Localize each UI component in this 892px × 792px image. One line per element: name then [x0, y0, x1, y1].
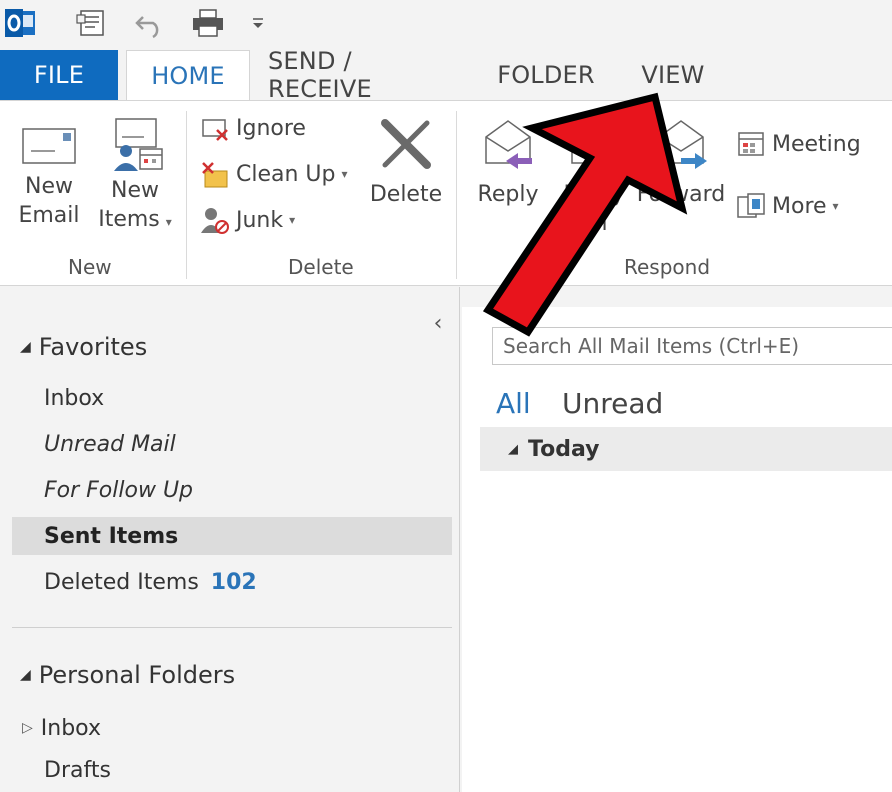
- expanded-triangle-icon: ◢: [20, 339, 31, 355]
- reply-button[interactable]: Reply: [470, 115, 546, 210]
- new-items-label-1: New: [111, 178, 159, 203]
- quick-access-toolbar: [0, 0, 892, 50]
- favorites-sent-items[interactable]: Sent Items: [12, 517, 452, 555]
- favorites-inbox[interactable]: Inbox: [12, 379, 452, 417]
- reply-icon: [485, 120, 532, 169]
- more-button[interactable]: More ▾: [734, 191, 839, 221]
- ignore-icon: [198, 113, 232, 143]
- personal-folders-header[interactable]: ◢ Personal Folders: [20, 661, 235, 689]
- new-items-icon: [114, 118, 163, 171]
- send-receive-icon[interactable]: [74, 4, 110, 42]
- deleted-items-label: Deleted Items: [44, 569, 199, 595]
- personal-drafts[interactable]: Drafts: [12, 751, 452, 789]
- delete-icon: [381, 119, 431, 169]
- junk-icon: [198, 205, 232, 235]
- favorites-header[interactable]: ◢ Favorites: [20, 333, 147, 361]
- new-items-label-2: Items ▾: [98, 207, 172, 232]
- printer-icon[interactable]: [190, 4, 226, 42]
- ribbon: New Email New Items ▾ New Ignore Clean U…: [0, 100, 892, 286]
- favorites-unread-mail[interactable]: Unread Mail: [12, 425, 452, 463]
- new-email-icon: [22, 128, 76, 164]
- tab-home[interactable]: HOME: [126, 50, 250, 101]
- delete-button[interactable]: Delete: [366, 115, 446, 210]
- tab-send-receive[interactable]: SEND / RECEIVE: [268, 47, 458, 103]
- outlook-icon[interactable]: [2, 4, 38, 42]
- new-items-button[interactable]: New Items ▾: [94, 115, 176, 238]
- more-label: More: [772, 193, 827, 219]
- ignore-label: Ignore: [236, 115, 306, 141]
- new-email-label-2: Email: [18, 203, 80, 228]
- mail-list-pane: All Unread ◢ Today: [462, 307, 892, 792]
- meeting-icon: [734, 129, 768, 159]
- new-group-label: New: [68, 255, 112, 279]
- tab-folder[interactable]: FOLDER: [488, 50, 604, 100]
- junk-button[interactable]: Junk ▾: [198, 205, 295, 235]
- reply-all-button[interactable]: Reply All: [556, 115, 632, 239]
- filter-all[interactable]: All: [496, 387, 531, 420]
- new-email-button[interactable]: New Email: [14, 121, 84, 231]
- delete-label: Delete: [369, 182, 443, 207]
- collapse-pane-icon[interactable]: ‹: [424, 311, 452, 336]
- personal-inbox[interactable]: ▷ Inbox: [12, 709, 452, 747]
- forward-icon: [658, 120, 707, 169]
- favorites-for-follow-up[interactable]: For Follow Up: [12, 471, 452, 509]
- dropdown-caret-icon[interactable]: [240, 4, 276, 42]
- ribbon-tab-bar: FILE HOME SEND / RECEIVE FOLDER VIEW: [0, 47, 892, 103]
- delete-group-label: Delete: [288, 255, 354, 279]
- junk-label: Junk: [236, 207, 284, 233]
- more-icon: [734, 191, 768, 221]
- chevron-down-icon: ▾: [341, 167, 348, 181]
- group-today-label: Today: [528, 436, 600, 462]
- group-header-today[interactable]: ◢ Today: [480, 427, 892, 471]
- pane-divider: [12, 627, 452, 628]
- filter-unread[interactable]: Unread: [562, 387, 663, 420]
- tab-file[interactable]: FILE: [0, 50, 118, 100]
- undo-icon[interactable]: [132, 4, 168, 42]
- clean-up-label: Clean Up: [236, 161, 336, 187]
- meeting-label: Meeting: [772, 131, 861, 157]
- tab-view[interactable]: VIEW: [630, 50, 716, 100]
- chevron-down-icon: ▾: [289, 213, 296, 227]
- favorites-deleted-items[interactable]: Deleted Items 102: [12, 563, 452, 601]
- personal-folders-label: Personal Folders: [38, 661, 236, 689]
- respond-group-label: Respond: [624, 255, 711, 279]
- forward-button[interactable]: Forward: [636, 115, 726, 210]
- chevron-down-icon: ▾: [165, 215, 172, 229]
- expanded-triangle-icon: ◢: [508, 441, 518, 457]
- unread-count-badge: 102: [210, 569, 257, 595]
- reply-label: Reply: [477, 182, 539, 207]
- clean-up-icon: [198, 159, 232, 189]
- forward-label: Forward: [636, 182, 726, 207]
- chevron-down-icon: ▾: [832, 199, 839, 213]
- ribbon-divider: [456, 111, 457, 279]
- clean-up-button[interactable]: Clean Up ▾: [198, 159, 348, 189]
- new-email-label-1: New: [25, 174, 73, 199]
- reply-all-label-1: Reply: [563, 182, 625, 207]
- personal-inbox-label: Inbox: [40, 715, 101, 741]
- favorites-label: Favorites: [38, 333, 148, 361]
- search-input[interactable]: [492, 327, 892, 365]
- ignore-button[interactable]: Ignore: [198, 113, 306, 143]
- reply-all-label-2: All: [580, 211, 608, 236]
- ribbon-divider: [186, 111, 187, 279]
- folder-pane: ‹ ◢ Favorites Inbox Unread Mail For Foll…: [0, 287, 460, 792]
- collapsed-triangle-icon[interactable]: ▷: [22, 720, 33, 736]
- reply-all-icon: [571, 120, 617, 164]
- expanded-triangle-icon: ◢: [20, 667, 31, 683]
- meeting-button[interactable]: Meeting: [734, 129, 861, 159]
